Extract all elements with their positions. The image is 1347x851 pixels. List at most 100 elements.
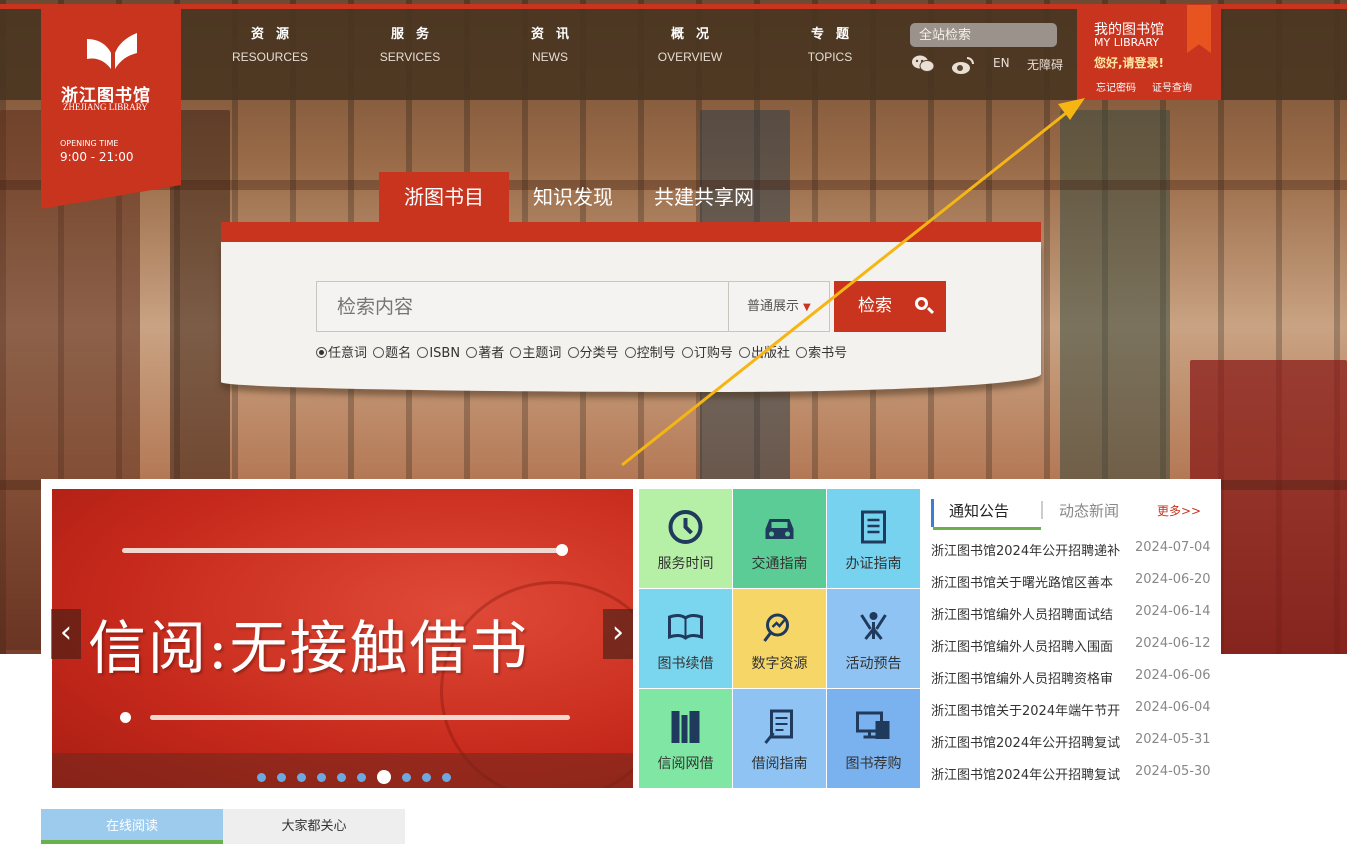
forgot-password-link[interactable]: 忘记密码 [1096,79,1136,94]
news-date: 2024-06-06 [1135,668,1211,683]
radio-order-number[interactable]: 订购号 [681,346,734,361]
weibo-icon[interactable] [951,55,975,75]
carousel-dot[interactable] [357,773,366,782]
radio-label: 任意词 [328,346,368,361]
radio-label: ISBN [429,346,461,361]
radio-call-number[interactable]: 索书号 [796,346,848,361]
quick-link-card-guide[interactable]: 办证指南 [827,489,920,588]
tab-knowledge-discovery[interactable]: 知识发现 [517,172,629,222]
news-item[interactable]: 浙江图书馆2024年公开招聘复试 2024-05-30 [931,764,1221,783]
carousel-dot[interactable] [402,773,411,782]
news-item[interactable]: 浙江图书馆编外人员招聘面试结 2024-06-14 [931,604,1221,623]
news-date: 2024-05-30 [1135,764,1211,779]
news-item[interactable]: 浙江图书馆编外人员招聘资格审 2024-06-06 [931,668,1221,687]
tile-label: 借阅指南 [751,756,808,772]
nav-topics[interactable]: 专题 TOPICS [770,23,890,64]
quick-link-events[interactable]: 活动预告 [827,589,920,688]
bookmark-ribbon-icon [1187,5,1211,53]
carousel-dot[interactable] [277,773,286,782]
card-icon [861,510,886,544]
radio-label: 题名 [385,346,412,361]
tab-shared-network[interactable]: 共建共享网 [640,172,768,222]
banner-carousel[interactable]: 信阅:无接触借书 [52,489,633,788]
language-switch[interactable]: EN [993,56,1010,70]
tab-dynamic-news[interactable]: 动态新闻 [1059,500,1119,521]
radio-author[interactable]: 著者 [466,346,505,361]
nav-label-cn: 服务 [390,27,441,42]
tab-popular[interactable]: 大家都关心 [223,809,405,844]
quick-link-book-recommend[interactable]: 图书荐购 [827,689,920,788]
chevron-right-icon: › [612,615,624,650]
tab-catalog[interactable]: 浙图书目 [379,172,509,222]
nav-news[interactable]: 资讯 NEWS [490,23,610,64]
accessibility-link[interactable]: 无障碍 [1027,56,1063,73]
display-mode-select[interactable]: 普通展示 ▼ [728,281,830,332]
carousel-next-button[interactable]: › [603,609,633,659]
carousel-dot[interactable] [337,773,346,782]
my-library-panel[interactable]: 我的图书馆 MY LIBRARY 您好,请登录! 忘记密码 证号查询 [1077,5,1221,100]
login-link[interactable]: 您好,请登录! [1094,54,1164,71]
clock-icon [668,510,703,544]
carousel-dot[interactable] [317,773,326,782]
news-item[interactable]: 浙江图书馆编外人员招聘入围面 2024-06-12 [931,636,1221,655]
tab-indicator [931,499,934,527]
more-link[interactable]: 更多>> [1157,502,1201,519]
tile-label: 数字资源 [751,656,808,672]
radio-label: 出版社 [750,346,790,361]
news-date: 2024-06-14 [1135,604,1211,619]
tab-notices[interactable]: 通知公告 [949,500,1009,521]
radio-isbn[interactable]: ISBN [417,346,461,361]
quick-link-service-hours[interactable]: 服务时间 [639,489,732,588]
tile-label: 办证指南 [845,556,902,572]
nav-overview[interactable]: 概况 OVERVIEW [630,23,750,64]
quick-link-renewal[interactable]: 图书续借 [639,589,732,688]
radio-classification[interactable]: 分类号 [567,346,620,361]
opening-hours: 9:00 - 21:00 [60,150,134,164]
opening-time-label: OPENING TIME [60,139,119,148]
news-title: 浙江图书馆关于2024年端午节开 [931,704,1121,719]
nav-services[interactable]: 服务 SERVICES [350,23,470,64]
radio-title[interactable]: 题名 [373,346,412,361]
wechat-icon[interactable] [912,55,934,73]
radio-circle-icon [738,347,750,358]
carousel-dot[interactable] [257,773,266,782]
radio-control-number[interactable]: 控制号 [624,346,677,361]
tile-label: 服务时间 [657,556,714,572]
tile-label: 图书续借 [657,656,714,672]
carousel-dot-active[interactable] [377,770,391,784]
search-button[interactable]: 检索 [834,281,946,332]
search-box: 普通展示▼ 检索 任意词 题名 ISBN 著者 主题词 分类号 控制号 订购号 … [221,222,1041,392]
radio-publisher[interactable]: 出版社 [738,346,791,361]
site-search-input[interactable] [910,23,1057,47]
carousel-dot[interactable] [442,773,451,782]
display-mode-label: 普通展示 [747,299,800,314]
quick-link-digital-resources[interactable]: 数字资源 [733,589,826,688]
radio-label: 主题词 [522,346,562,361]
carousel-prev-button[interactable]: ‹ [51,609,81,659]
news-title: 浙江图书馆2024年公开招聘复试 [931,768,1121,783]
radio-circle-icon [796,347,808,358]
news-date: 2024-06-04 [1135,700,1211,715]
quick-link-borrow-guide[interactable]: 借阅指南 [733,689,826,788]
search-field-options: 任意词 题名 ISBN 著者 主题词 分类号 控制号 订购号 出版社 索书号 [316,342,849,361]
dropdown-triangle-icon: ▼ [803,302,811,313]
quick-link-transport[interactable]: 交通指南 [733,489,826,588]
news-item[interactable]: 浙江图书馆关于曙光路馆区善本 2024-06-20 [931,572,1221,591]
radio-circle-icon [681,347,693,358]
nav-resources[interactable]: 资源 RESOURCES [210,23,330,64]
card-query-link[interactable]: 证号查询 [1152,79,1192,94]
quick-link-online-borrow[interactable]: 信阅网借 [639,689,732,788]
carousel-dot[interactable] [422,773,431,782]
search-input[interactable] [316,281,729,332]
search-box-header [221,222,1041,242]
radio-anyword[interactable]: 任意词 [316,346,368,361]
radio-circle-icon [417,347,429,358]
news-item[interactable]: 浙江图书馆2024年公开招聘复试 2024-05-31 [931,732,1221,751]
tab-online-reading[interactable]: 在线阅读 [41,809,223,844]
news-item[interactable]: 浙江图书馆关于2024年端午节开 2024-06-04 [931,700,1221,719]
tile-label: 交通指南 [751,556,808,572]
carousel-dot[interactable] [297,773,306,782]
news-item[interactable]: 浙江图书馆2024年公开招聘递补 2024-07-04 [931,540,1221,559]
library-logo[interactable]: 浙江图书馆 ZHEJIANG LIBRARY OPENING TIME 9:00… [41,9,181,209]
radio-subject[interactable]: 主题词 [510,346,562,361]
